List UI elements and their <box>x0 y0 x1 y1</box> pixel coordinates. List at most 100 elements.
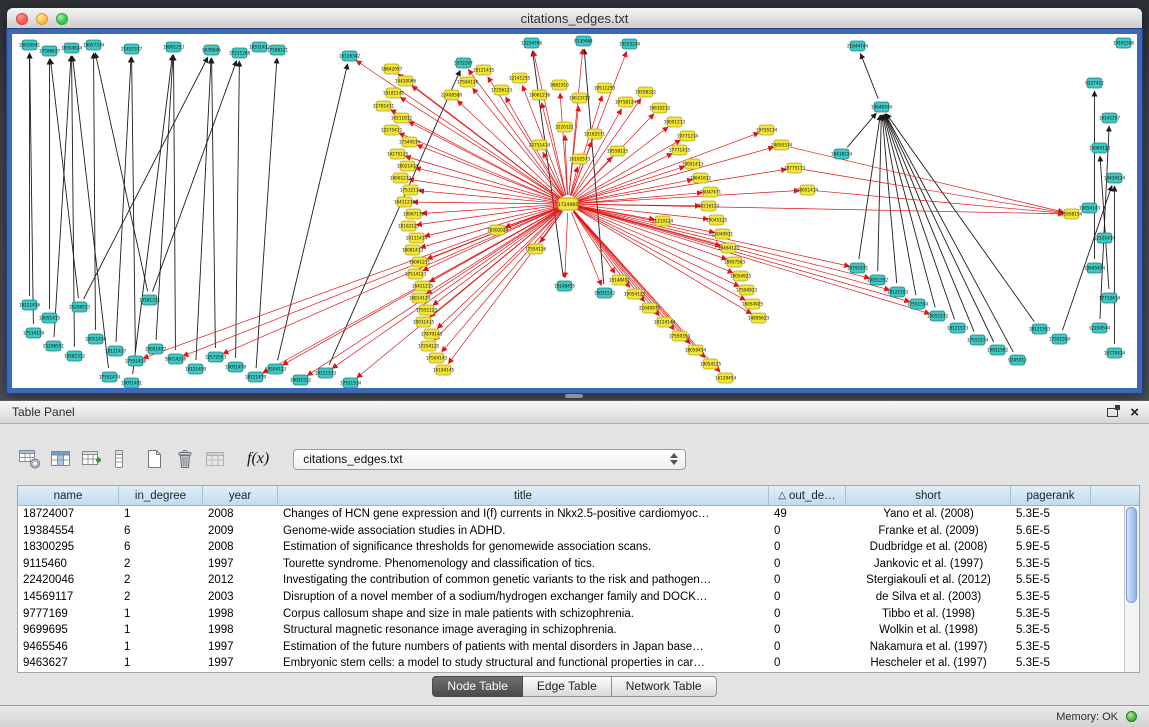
table-cell[interactable]: 2003 <box>203 589 278 606</box>
table-cell[interactable]: 5.3E-5 <box>1011 655 1091 672</box>
table-cell[interactable]: 1 <box>119 506 203 523</box>
table-cell[interactable]: Estimation of the future numbers of pati… <box>278 639 769 656</box>
table-source-select[interactable]: citations_edges.txt <box>293 449 686 470</box>
table-row[interactable]: 946554611997Estimation of the future num… <box>18 639 1124 656</box>
table-row[interactable]: 1456911722003Disruption of a novel membe… <box>18 589 1124 606</box>
table-cell[interactable]: Yano et al. (2008) <box>846 506 1011 523</box>
table-cell[interactable]: Tourette syndrome. Phenomenology and cla… <box>278 556 769 573</box>
table-cell[interactable]: 5.9E-5 <box>1011 539 1091 556</box>
table-cell[interactable]: 0 <box>769 655 846 672</box>
table-cell[interactable]: 2012 <box>203 572 278 589</box>
table-cell[interactable]: 0 <box>769 639 846 656</box>
table-cell[interactable]: 2 <box>119 572 203 589</box>
table-cell[interactable]: 9463627 <box>18 655 119 672</box>
table-cell[interactable]: 0 <box>769 556 846 573</box>
column-header-pagerank[interactable]: pagerank <box>1011 486 1091 505</box>
table-row[interactable]: 911546021997Tourette syndrome. Phenomeno… <box>18 556 1124 573</box>
table-cell[interactable]: 18300295 <box>18 539 119 556</box>
table-cell[interactable]: 5.3E-5 <box>1011 556 1091 573</box>
table-cell[interactable]: 1 <box>119 655 203 672</box>
table-cell[interactable]: Structural magnetic resonance image aver… <box>278 622 769 639</box>
table-cell[interactable]: 5.3E-5 <box>1011 606 1091 623</box>
table-cell[interactable]: Tibbo et al. (1998) <box>846 606 1011 623</box>
table-cell[interactable]: Franke et al. (2009) <box>846 523 1011 540</box>
tab-network-table[interactable]: Network Table <box>612 676 717 697</box>
tab-edge-table[interactable]: Edge Table <box>523 676 612 697</box>
table-cell[interactable]: 1 <box>119 622 203 639</box>
table-cell[interactable]: 9115460 <box>18 556 119 573</box>
table-cell[interactable]: 1997 <box>203 556 278 573</box>
table-cell[interactable]: 5.5E-5 <box>1011 572 1091 589</box>
minimize-window-button[interactable] <box>36 13 48 25</box>
table-cell[interactable]: Jankovic et al. (1997) <box>846 556 1011 573</box>
table-cell[interactable]: 9699695 <box>18 622 119 639</box>
column-header-in_degree[interactable]: in_degree <box>119 486 203 505</box>
table-cell[interactable]: 2009 <box>203 523 278 540</box>
table-row[interactable]: 977716911998Corpus callosum shape and si… <box>18 606 1124 623</box>
table-cell[interactable]: 0 <box>769 572 846 589</box>
table-cell[interactable]: 9777169 <box>18 606 119 623</box>
float-panel-icon[interactable] <box>1107 408 1118 417</box>
table-cell[interactable]: Estimation of significance thresholds fo… <box>278 539 769 556</box>
table-cell[interactable]: 2 <box>119 589 203 606</box>
table-cell[interactable]: 0 <box>769 539 846 556</box>
table-cell[interactable]: 2008 <box>203 506 278 523</box>
table-cell[interactable]: 18724007 <box>18 506 119 523</box>
table-row[interactable]: 1830029562008Estimation of significance … <box>18 539 1124 556</box>
table-cell[interactable]: Nakamura et al. (1997) <box>846 639 1011 656</box>
show-columns-icon[interactable] <box>49 447 73 471</box>
table-cell[interactable]: 1997 <box>203 639 278 656</box>
table-cell[interactable]: 22420046 <box>18 572 119 589</box>
table-cell[interactable]: 1 <box>119 639 203 656</box>
table-row[interactable]: 1938455462009Genome-wide association stu… <box>18 523 1124 540</box>
column-header-title[interactable]: title <box>278 486 769 505</box>
table-cell[interactable]: Dudbridge et al. (2008) <box>846 539 1011 556</box>
table-cell[interactable]: 49 <box>769 506 846 523</box>
panel-divider-grip[interactable] <box>565 394 583 398</box>
table-cell[interactable]: de Silva et al. (2003) <box>846 589 1011 606</box>
tab-node-table[interactable]: Node Table <box>432 676 523 697</box>
close-panel-icon[interactable]: × <box>1130 405 1139 420</box>
table-cell[interactable]: Embryonic stem cells: a model to study s… <box>278 655 769 672</box>
network-graph[interactable]: 1863004117588627183546241905733421457337… <box>12 34 1137 388</box>
delete-table-icon[interactable] <box>173 447 197 471</box>
network-window-titlebar[interactable]: citations_edges.txt <box>7 8 1142 30</box>
new-table-icon[interactable] <box>142 447 166 471</box>
table-cell[interactable]: 5.3E-5 <box>1011 589 1091 606</box>
table-cell[interactable]: 2008 <box>203 539 278 556</box>
table-cell[interactable]: Genome-wide association studies in ADHD. <box>278 523 769 540</box>
column-header-year[interactable]: year <box>203 486 278 505</box>
table-cell[interactable]: 5.3E-5 <box>1011 622 1091 639</box>
table-cell[interactable]: 2 <box>119 556 203 573</box>
table-cell[interactable]: 1997 <box>203 655 278 672</box>
table-cell[interactable]: Stergiakouli et al. (2012) <box>846 572 1011 589</box>
single-column-icon[interactable] <box>111 447 127 471</box>
table-vertical-scrollbar[interactable] <box>1124 506 1139 672</box>
table-cell[interactable]: 5.6E-5 <box>1011 523 1091 540</box>
table-cell[interactable]: 0 <box>769 606 846 623</box>
table-cell[interactable]: 1998 <box>203 606 278 623</box>
table-cell[interactable]: 0 <box>769 523 846 540</box>
table-row[interactable]: 1872400712008Changes of HCN gene express… <box>18 506 1124 523</box>
table-cell[interactable]: 0 <box>769 622 846 639</box>
table-cell[interactable]: Corpus callosum shape and size in male p… <box>278 606 769 623</box>
close-window-button[interactable] <box>16 13 28 25</box>
create-column-icon[interactable] <box>80 447 104 471</box>
table-row[interactable]: 969969511998Structural magnetic resonanc… <box>18 622 1124 639</box>
zoom-window-button[interactable] <box>56 13 68 25</box>
table-row[interactable]: 2242004622012Investigating the contribut… <box>18 572 1124 589</box>
table-cell[interactable]: Investigating the contribution of common… <box>278 572 769 589</box>
table-cell[interactable]: Changes of HCN gene expression and I(f) … <box>278 506 769 523</box>
function-builder-icon[interactable]: f(x) <box>247 450 269 468</box>
column-header-name[interactable]: name <box>18 486 119 505</box>
table-settings-icon[interactable] <box>18 447 42 471</box>
table-cell[interactable]: Hescheler et al. (1997) <box>846 655 1011 672</box>
table-cell[interactable]: 5.3E-5 <box>1011 639 1091 656</box>
table-cell[interactable]: 6 <box>119 523 203 540</box>
table-row[interactable]: 946362711997Embryonic stem cells: a mode… <box>18 655 1124 672</box>
table-cell[interactable]: Disruption of a novel member of a sodium… <box>278 589 769 606</box>
table-cell[interactable]: 9465546 <box>18 639 119 656</box>
memory-status-indicator[interactable] <box>1126 711 1137 722</box>
table-cell[interactable]: Wolkin et al. (1998) <box>846 622 1011 639</box>
table-cell[interactable]: 5.3E-5 <box>1011 506 1091 523</box>
